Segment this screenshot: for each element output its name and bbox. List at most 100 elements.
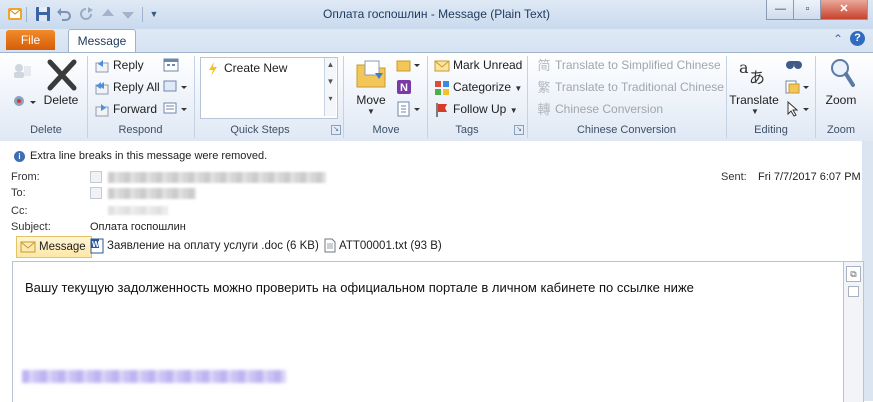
vertical-scrollbar[interactable]: ⧉ [843, 261, 864, 402]
window-title: Оплата госпошлин - Message (Plain Text) [322, 7, 551, 21]
reply-all-icon [94, 80, 110, 96]
conversion-icon: 轉 [537, 101, 551, 117]
forward-icon [94, 102, 110, 118]
chinese-conversion-button[interactable]: 轉 Chinese Conversion [536, 100, 663, 118]
junk-icon[interactable] [12, 94, 38, 113]
quick-step-create-new[interactable]: Create New [205, 59, 287, 77]
translate-simplified-button[interactable]: 简 Translate to Simplified Chinese [536, 56, 721, 74]
forward-button[interactable]: Forward [94, 100, 157, 118]
envelope-icon [20, 241, 36, 253]
im-icon[interactable] [163, 79, 189, 98]
group-label-zoom: Zoom [826, 124, 856, 136]
cc-label: Cc: [11, 205, 28, 217]
delete-icon[interactable] [46, 58, 78, 94]
sent-label: Sent: [721, 171, 747, 183]
reply-icon [94, 58, 110, 74]
rules-icon[interactable] [396, 57, 422, 76]
categorize-label: Categorize [453, 80, 512, 94]
text-file-icon [324, 238, 336, 253]
ignore-icon[interactable] [12, 62, 32, 83]
to-value-redacted[interactable] [108, 188, 196, 199]
close-button[interactable]: ✕ [820, 0, 868, 20]
group-label-move: Move [372, 124, 400, 136]
group-label-tags: Tags [455, 124, 479, 136]
chinese-conversion-label: Chinese Conversion [555, 102, 664, 116]
translate-dropdown-caret[interactable]: ▼ [751, 107, 759, 116]
simplified-chinese-icon: 简 [537, 57, 551, 73]
reply-label: Reply [113, 58, 144, 72]
related-icon[interactable] [785, 79, 811, 98]
find-icon[interactable] [785, 57, 803, 76]
mark-unread-button[interactable]: Mark Unread [434, 56, 522, 74]
mark-unread-label: Mark Unread [453, 58, 523, 72]
zoom-icon[interactable] [828, 57, 856, 89]
envelope-icon [434, 58, 450, 74]
svg-text:a: a [739, 58, 749, 77]
more-respond-icon[interactable] [163, 101, 189, 120]
subject-label: Subject: [11, 221, 51, 233]
infobar-text[interactable]: Extra line breaks in this message were r… [30, 150, 267, 162]
move-icon[interactable] [355, 57, 387, 91]
from-value-redacted[interactable] [108, 172, 326, 183]
onenote-icon[interactable]: N [396, 79, 412, 98]
svg-text:W: W [92, 240, 100, 249]
scroll-up-icon[interactable] [848, 286, 859, 297]
reply-all-label: Reply All [113, 80, 160, 94]
body-link-redacted[interactable] [22, 370, 286, 383]
attachments-bar: Message W Заявление на оплату услуги .doc… [12, 236, 862, 258]
categorize-button[interactable]: Categorize ▼ [434, 78, 522, 96]
group-label-respond: Respond [118, 124, 163, 136]
reply-button[interactable]: Reply [94, 56, 144, 74]
presence-icon [90, 171, 102, 183]
attachment-txt[interactable]: ATT00001.txt (93 B) [324, 236, 442, 256]
group-label-editing: Editing [754, 124, 788, 136]
translate-traditional-button[interactable]: 繁 Translate to Traditional Chinese [536, 78, 724, 96]
maximize-button[interactable]: ▫ [793, 0, 822, 20]
info-icon: i [14, 151, 25, 162]
categorize-icon [434, 80, 450, 96]
presence-icon [90, 187, 102, 199]
tags-launcher[interactable]: ↘ [514, 125, 524, 135]
flag-icon [434, 102, 450, 118]
forward-label: Forward [113, 102, 158, 116]
attachment-label: ATT00001.txt (93 B) [339, 240, 442, 252]
tab-file[interactable]: File [6, 30, 55, 50]
sent-value: Fri 7/7/2017 6:07 PM [758, 171, 861, 183]
reply-all-button[interactable]: Reply All [94, 78, 160, 96]
translate-icon[interactable]: aあ [737, 57, 767, 89]
to-label: To: [11, 187, 26, 199]
follow-up-button[interactable]: Follow Up ▼ [434, 100, 518, 118]
group-label-delete: Delete [30, 124, 62, 136]
help-icon[interactable]: ? [850, 31, 865, 46]
move-button[interactable]: Move [350, 93, 392, 107]
actions-icon[interactable] [396, 101, 422, 120]
svg-text:あ: あ [749, 68, 765, 87]
minimize-button[interactable]: — [766, 0, 795, 20]
follow-up-label: Follow Up [453, 102, 507, 116]
subject-value: Оплата госпошлин [90, 221, 186, 233]
attachment-doc[interactable]: W Заявление на оплату услуги .doc (6 KB) [90, 236, 319, 256]
delete-button[interactable]: Delete [40, 93, 82, 107]
attachment-label: Заявление на оплату услуги .doc (6 KB) [107, 240, 319, 252]
word-doc-icon: W [90, 238, 104, 254]
tab-message[interactable]: Message [68, 29, 136, 53]
group-label-chinese-conversion: Chinese Conversion [576, 124, 677, 136]
attachment-message[interactable]: Message [16, 236, 92, 258]
select-icon[interactable] [785, 100, 811, 120]
move-dropdown-caret[interactable]: ▼ [367, 107, 375, 116]
zoom-button[interactable]: Zoom [820, 93, 862, 107]
translate-traditional-label: Translate to Traditional Chinese [555, 80, 724, 94]
cc-value-redacted[interactable] [108, 206, 168, 215]
translate-button[interactable]: Translate [728, 93, 780, 107]
create-new-label: Create New [224, 61, 288, 75]
attachment-label: Message [39, 241, 86, 253]
lightning-icon [205, 61, 221, 77]
minimize-ribbon-icon[interactable]: ⌃ [833, 32, 843, 46]
svg-text:N: N [400, 82, 408, 94]
quick-steps-scroll[interactable]: ▲ ▼ ▾ [324, 58, 336, 116]
scroll-view-icon[interactable]: ⧉ [846, 266, 861, 282]
from-label: From: [11, 171, 40, 183]
quick-steps-launcher[interactable]: ↘ [331, 125, 341, 135]
meeting-icon[interactable] [163, 57, 181, 76]
translate-simplified-label: Translate to Simplified Chinese [555, 58, 721, 72]
